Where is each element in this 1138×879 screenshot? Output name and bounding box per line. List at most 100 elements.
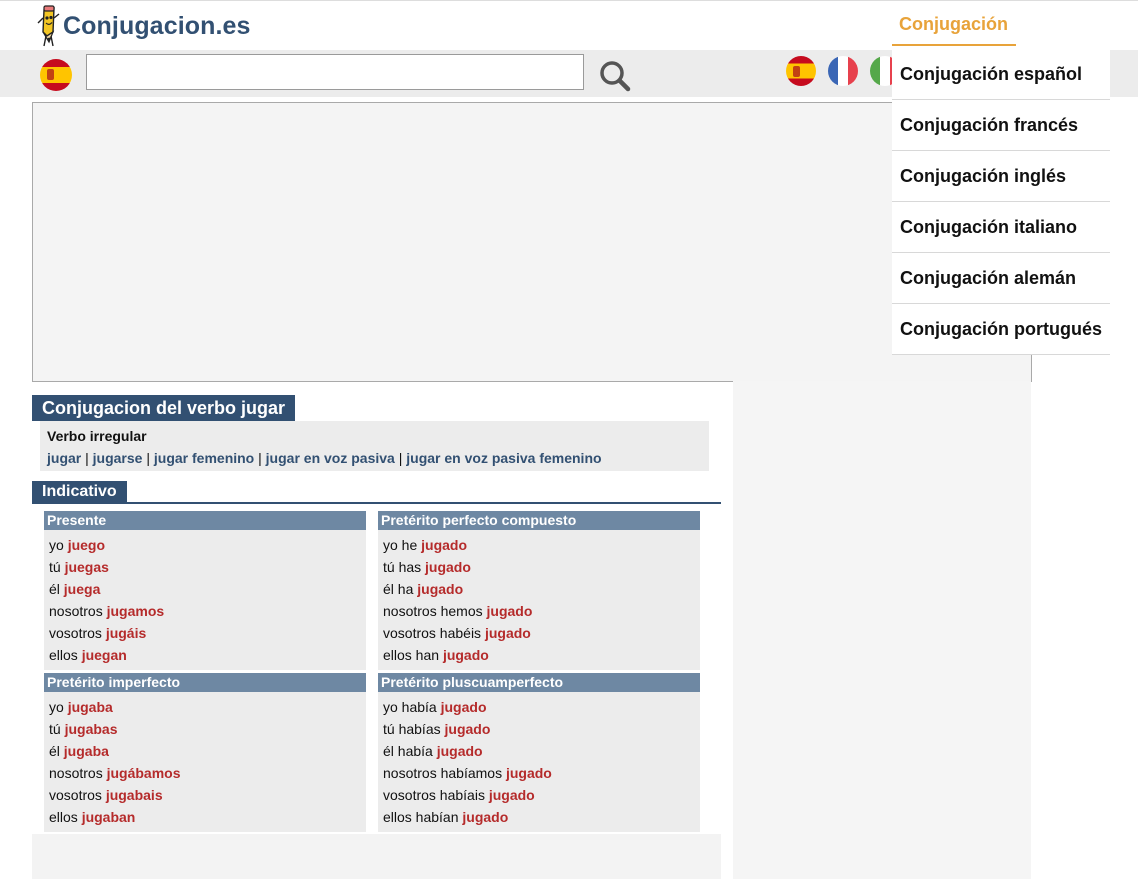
pronoun: vosotros — [49, 625, 102, 641]
pencil-mascot-icon — [34, 4, 62, 48]
pronoun: ellos habían — [383, 809, 459, 825]
verb-type-label: Verbo irregular — [47, 428, 147, 444]
conjugation-row: ellos juegan — [44, 644, 366, 666]
tense-title: Presente — [44, 511, 366, 530]
pronoun: tú — [49, 721, 61, 737]
menu-item-portugues[interactable]: Conjugación portugués — [892, 304, 1110, 355]
conjugation-row: yo juego — [44, 534, 366, 556]
verb-info-box: Verbo irregular jugar | jugarse | jugar … — [40, 421, 709, 471]
link-jugar-voz-pasiva[interactable]: jugar en voz pasiva — [266, 450, 395, 466]
verb-form: jugaba — [67, 699, 113, 715]
verb-form: jugado — [486, 603, 533, 619]
conjugation-row: yo había jugado — [378, 696, 700, 718]
verb-form: jugado — [484, 625, 531, 641]
tense-title: Pretérito pluscuamperfecto — [378, 673, 700, 692]
conjugation-row: ellos han jugado — [378, 644, 700, 666]
conjugation-row: vosotros habéis jugado — [378, 622, 700, 644]
link-separator: | — [394, 450, 407, 466]
ad-placeholder-bottom — [32, 834, 721, 879]
menu-item-espanol[interactable]: Conjugación español — [892, 49, 1110, 100]
menu-item-label: Conjugación portugués — [900, 319, 1102, 339]
verb-form: jugabais — [105, 787, 163, 803]
conjugation-row: tú jugabas — [44, 718, 366, 740]
menu-item-label: Conjugación español — [900, 64, 1083, 84]
verb-form: jugáis — [105, 625, 147, 641]
spain-flag-icon[interactable] — [40, 59, 72, 91]
search-icon[interactable] — [598, 59, 632, 93]
verb-form: juego — [67, 537, 106, 553]
mood-heading: Indicativo — [32, 481, 127, 502]
link-jugar-femenino[interactable]: jugar femenino — [154, 450, 254, 466]
verb-form: juegan — [81, 647, 127, 663]
tense-title: Pretérito perfecto compuesto — [378, 511, 700, 530]
menu-item-aleman[interactable]: Conjugación alemán — [892, 253, 1110, 304]
conjugation-row: él había jugado — [378, 740, 700, 762]
menu-item-label: Conjugación alemán — [900, 268, 1077, 288]
pronoun: él — [49, 581, 60, 597]
pronoun: tú — [49, 559, 61, 575]
menu-item-italiano[interactable]: Conjugación italiano — [892, 202, 1110, 253]
verb-form: jugaba — [63, 743, 109, 759]
pronoun: él — [49, 743, 60, 759]
pronoun: vosotros habíais — [383, 787, 485, 803]
nav-conjugacion-label: Conjugación — [899, 14, 1008, 34]
menu-item-label: Conjugación italiano — [900, 217, 1078, 237]
link-separator: | — [254, 450, 266, 466]
top-border — [0, 0, 1138, 1]
verb-form: jugado — [425, 559, 471, 575]
verb-form: jugado — [440, 699, 487, 715]
link-separator: | — [142, 450, 154, 466]
conjugation-row: tú habías jugado — [378, 718, 700, 740]
conjugation-row: él juega — [44, 578, 366, 600]
verb-form: jugado — [436, 743, 483, 759]
link-jugar[interactable]: jugar — [47, 450, 81, 466]
menu-item-ingles[interactable]: Conjugación inglés — [892, 151, 1110, 202]
site-logo[interactable]: Conjugacion.es — [34, 4, 251, 48]
conjugation-row: él jugaba — [44, 740, 366, 762]
pronoun: ellos — [49, 647, 78, 663]
link-jugarse[interactable]: jugarse — [93, 450, 143, 466]
link-jugar-voz-pasiva-femenino[interactable]: jugar en voz pasiva femenino — [406, 450, 601, 466]
conjugation-row: ellos jugaban — [44, 806, 366, 828]
pronoun: vosotros habéis — [383, 625, 482, 641]
conjugation-row: vosotros jugáis — [44, 622, 366, 644]
conjugation-row: nosotros hemos jugado — [378, 600, 700, 622]
france-flag-icon[interactable] — [828, 56, 858, 86]
conjugation-row: nosotros jugábamos — [44, 762, 366, 784]
pronoun: yo había — [383, 699, 437, 715]
mood-divider — [32, 502, 721, 504]
menu-item-frances[interactable]: Conjugación francés — [892, 100, 1110, 151]
verb-form: juega — [63, 581, 101, 597]
tense-block-preterito-pluscuamperfecto: Pretérito pluscuamperfecto yo había juga… — [378, 673, 700, 832]
pronoun: tú has — [383, 559, 422, 575]
conjugation-row: nosotros habíamos jugado — [378, 762, 700, 784]
conjugation-row: vosotros habíais jugado — [378, 784, 700, 806]
verb-form: jugaban — [81, 809, 136, 825]
verb-form: jugabas — [64, 721, 118, 737]
pronoun: ellos — [49, 809, 78, 825]
conjugation-row: nosotros jugamos — [44, 600, 366, 622]
search-input[interactable] — [86, 54, 584, 90]
pronoun: él ha — [383, 581, 414, 597]
tense-title: Pretérito imperfecto — [44, 673, 366, 692]
verb-form: juegas — [64, 559, 109, 575]
nav-conjugacion[interactable]: Conjugación — [892, 10, 1016, 46]
pronoun: nosotros habíamos — [383, 765, 503, 781]
pronoun: yo — [49, 537, 64, 553]
pronoun: ellos han — [383, 647, 440, 663]
verb-form: jugábamos — [106, 765, 181, 781]
conjugation-row: ellos habían jugado — [378, 806, 700, 828]
pronoun: nosotros hemos — [383, 603, 483, 619]
conjugation-row: él ha jugado — [378, 578, 700, 600]
menu-item-label: Conjugación inglés — [900, 166, 1067, 186]
pronoun: él había — [383, 743, 433, 759]
spain-flag-icon[interactable] — [786, 56, 816, 86]
link-separator: | — [81, 450, 93, 466]
verb-form: jugado — [417, 581, 464, 597]
ad-placeholder — [32, 102, 1032, 382]
conjugation-row: yo he jugado — [378, 534, 700, 556]
verb-form: jugado — [462, 809, 509, 825]
conjugation-row: yo jugaba — [44, 696, 366, 718]
tense-block-presente: Presente yo juego tú juegas él juega nos… — [44, 511, 366, 670]
menu-item-label: Conjugación francés — [900, 115, 1079, 135]
